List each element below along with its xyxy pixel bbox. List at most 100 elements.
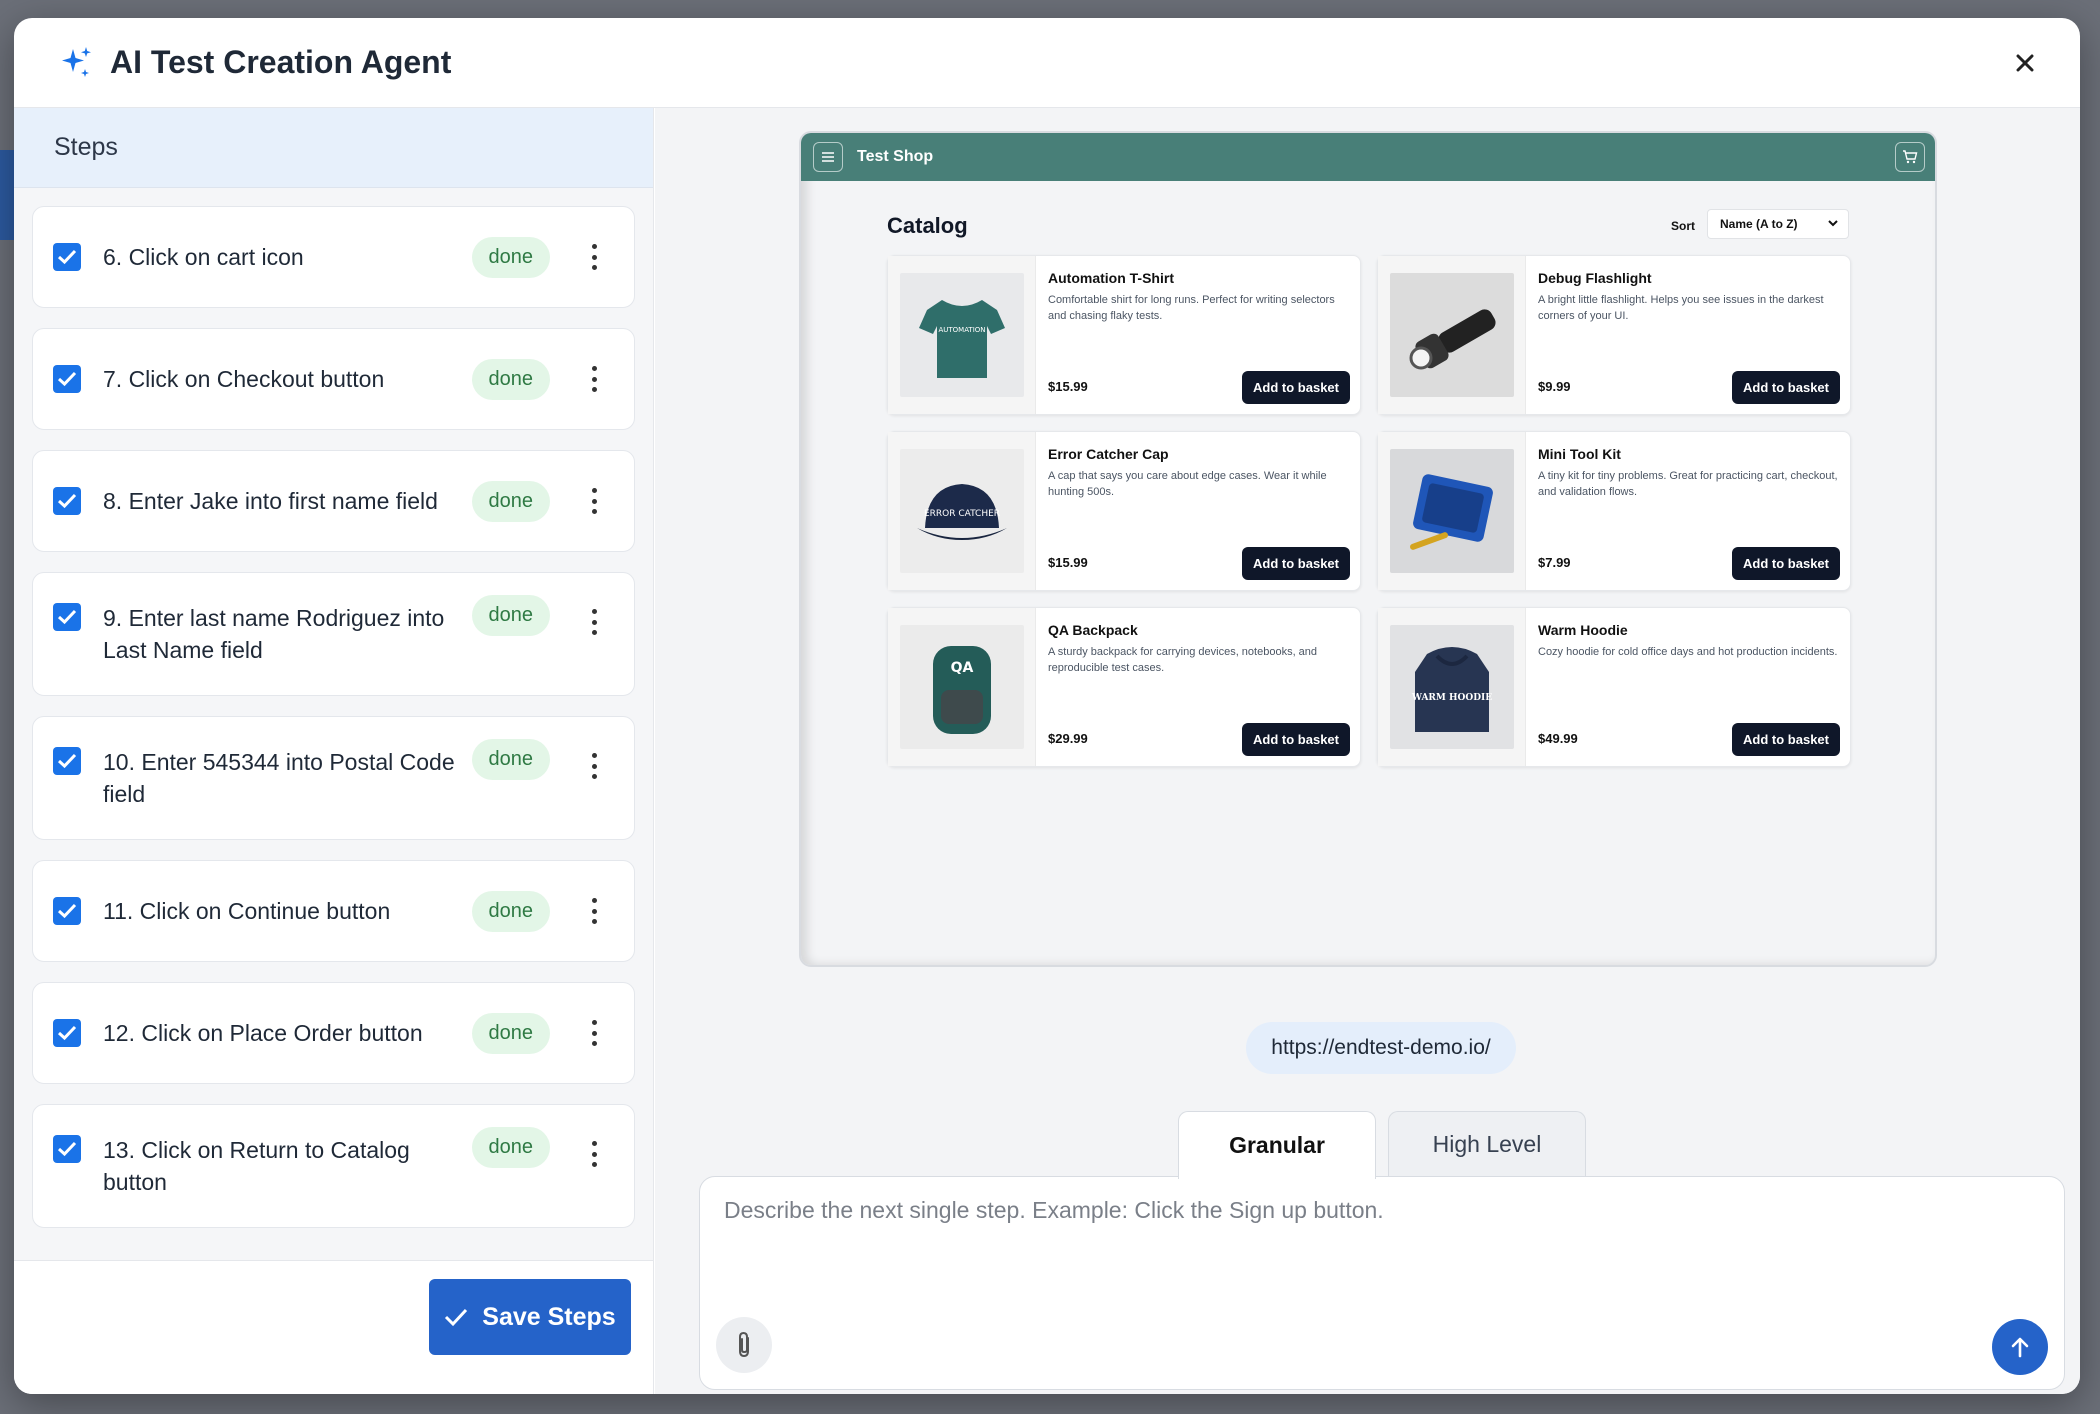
product-price: $15.99 xyxy=(1048,555,1088,570)
step-input-box xyxy=(699,1176,2065,1390)
steps-list[interactable]: 6. Click on cart icon done 7. Click on C… xyxy=(14,188,653,1228)
step-description-input[interactable] xyxy=(724,1197,2024,1224)
more-options-icon[interactable] xyxy=(590,244,598,270)
more-options-icon[interactable] xyxy=(590,1020,598,1046)
product-name: Mini Tool Kit xyxy=(1538,446,1621,462)
step-card: 10. Enter 545344 into Postal Code field … xyxy=(32,716,635,840)
product-name: Warm Hoodie xyxy=(1538,622,1628,638)
product-image: WARM HOODIE xyxy=(1378,608,1526,766)
catalog-title: Catalog xyxy=(887,213,968,238)
product-card: QA QA Backpack A sturdy backpack for car… xyxy=(887,607,1361,767)
step-label: 11. Click on Continue button xyxy=(103,898,391,924)
backpack-print: QA xyxy=(950,660,973,676)
step-card: 11. Click on Continue button done xyxy=(32,860,635,962)
more-options-icon[interactable] xyxy=(590,366,598,392)
add-to-basket-button[interactable]: Add to basket xyxy=(1732,371,1840,404)
status-badge: done xyxy=(471,236,550,278)
step-checkbox[interactable] xyxy=(53,1019,81,1047)
product-card: WARM HOODIE Warm Hoodie Cozy hoodie for … xyxy=(1377,607,1851,767)
product-price: $9.99 xyxy=(1538,379,1571,394)
close-icon xyxy=(2016,54,2034,72)
more-options-icon[interactable] xyxy=(590,609,598,635)
add-to-basket-button[interactable]: Add to basket xyxy=(1732,547,1840,580)
product-image: AUTOMATION xyxy=(888,256,1036,414)
step-card: 9. Enter last name Rodriguez into Last N… xyxy=(32,572,635,696)
product-name: Automation T-Shirt xyxy=(1048,270,1174,286)
step-card: 12. Click on Place Order button done xyxy=(32,982,635,1084)
add-to-basket-button[interactable]: Add to basket xyxy=(1242,547,1350,580)
save-steps-label: Save Steps xyxy=(482,1302,616,1331)
product-image: ERROR CATCHER xyxy=(888,432,1036,590)
browser-preview: Test Shop Catalog Sort Name (A to Z) AUT… xyxy=(799,131,1937,967)
product-description: A cap that says you care about edge case… xyxy=(1048,470,1327,498)
cart-icon[interactable] xyxy=(1895,142,1925,172)
step-checkbox[interactable] xyxy=(53,1135,81,1163)
product-description: Comfortable shirt for long runs. Perfect… xyxy=(1048,294,1335,322)
step-label: 8. Enter Jake into first name field xyxy=(103,488,438,514)
sort-label: Sort xyxy=(1671,219,1695,233)
product-description: Cozy hoodie for cold office days and hot… xyxy=(1538,646,1838,658)
menu-icon[interactable] xyxy=(813,142,843,172)
product-name: QA Backpack xyxy=(1048,622,1138,638)
tab-granular[interactable]: Granular xyxy=(1178,1111,1376,1179)
product-price: $15.99 xyxy=(1048,379,1088,394)
product-image xyxy=(1378,432,1526,590)
product-card: Mini Tool Kit A tiny kit for tiny proble… xyxy=(1377,431,1851,591)
tshirt-print: AUTOMATION xyxy=(938,326,985,334)
steps-header: Steps xyxy=(14,108,653,188)
status-badge: done xyxy=(471,1127,550,1168)
product-image: QA xyxy=(888,608,1036,766)
step-checkbox[interactable] xyxy=(53,243,81,271)
current-url: https://endtest-demo.io/ xyxy=(1246,1022,1516,1074)
arrow-up-icon xyxy=(2011,1337,2029,1358)
product-price: $7.99 xyxy=(1538,555,1571,570)
modal-title: AI Test Creation Agent xyxy=(110,44,452,80)
step-checkbox[interactable] xyxy=(53,603,81,631)
add-to-basket-button[interactable]: Add to basket xyxy=(1242,371,1350,404)
chevron-down-icon xyxy=(1828,220,1838,227)
send-button[interactable] xyxy=(1992,1319,2048,1375)
product-description: A bright little flashlight. Helps you se… xyxy=(1538,294,1824,322)
step-label: 13. Click on Return to Catalog button xyxy=(103,1137,410,1195)
save-steps-button[interactable]: Save Steps xyxy=(429,1279,631,1355)
step-card: 13. Click on Return to Catalog button do… xyxy=(32,1104,635,1228)
shop-title: Test Shop xyxy=(857,148,934,165)
product-card: Debug Flashlight A bright little flashli… xyxy=(1377,255,1851,415)
status-badge: done xyxy=(471,595,550,636)
shop-header: Test Shop xyxy=(801,133,1935,181)
more-options-icon[interactable] xyxy=(590,753,598,779)
attach-button[interactable] xyxy=(716,1317,772,1373)
step-card: 6. Click on cart icon done xyxy=(32,206,635,308)
backdrop-edge xyxy=(0,150,14,240)
sparkle-icon xyxy=(62,46,91,77)
modal-header: AI Test Creation Agent xyxy=(14,18,2080,108)
status-badge: done xyxy=(471,890,550,932)
cap-print: ERROR CATCHER xyxy=(923,509,999,519)
step-checkbox[interactable] xyxy=(53,487,81,515)
check-icon xyxy=(445,1308,468,1327)
step-checkbox[interactable] xyxy=(53,897,81,925)
more-options-icon[interactable] xyxy=(590,1141,598,1167)
steps-footer: Save Steps xyxy=(14,1260,653,1394)
status-badge: done xyxy=(471,739,550,780)
more-options-icon[interactable] xyxy=(590,488,598,514)
tab-high-level[interactable]: High Level xyxy=(1388,1111,1586,1177)
product-card: AUTOMATION Automation T-Shirt Comfortabl… xyxy=(887,255,1361,415)
close-button[interactable] xyxy=(2008,46,2042,80)
step-card: 7. Click on Checkout button done xyxy=(32,328,635,430)
step-checkbox[interactable] xyxy=(53,365,81,393)
step-label: 9. Enter last name Rodriguez into Last N… xyxy=(103,605,445,663)
product-name: Debug Flashlight xyxy=(1538,270,1652,286)
product-description: A tiny kit for tiny problems. Great for … xyxy=(1538,470,1838,498)
sort-select[interactable]: Name (A to Z) xyxy=(1707,209,1849,239)
product-price: $49.99 xyxy=(1538,731,1578,746)
steps-panel: Steps 6. Click on cart icon done 7. Clic… xyxy=(14,108,654,1394)
more-options-icon[interactable] xyxy=(590,898,598,924)
hoodie-print: WARM HOODIE xyxy=(1410,693,1491,703)
status-badge: done xyxy=(471,1012,550,1054)
step-checkbox[interactable] xyxy=(53,747,81,775)
add-to-basket-button[interactable]: Add to basket xyxy=(1242,723,1350,756)
status-badge: done xyxy=(471,480,550,522)
ai-agent-modal: AI Test Creation Agent Steps 6. Click on… xyxy=(14,18,2080,1394)
add-to-basket-button[interactable]: Add to basket xyxy=(1732,723,1840,756)
